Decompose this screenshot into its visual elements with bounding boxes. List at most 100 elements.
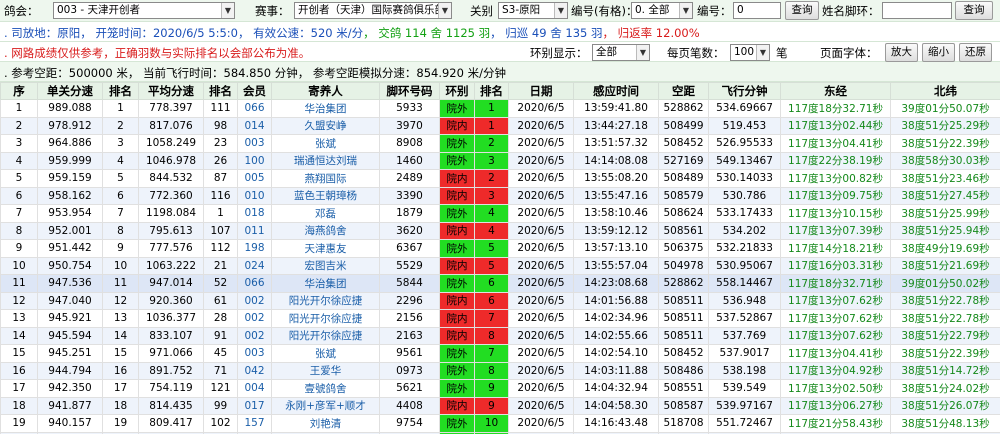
table-cell: 39度01分50.07秒: [890, 99, 1000, 118]
table-row: 14 945.594 14 833.107 91 002 阳光开尔徐应捷 2163 院内 8 202…: [0, 326, 1000, 345]
table-cell: 38度51分25.94秒: [890, 221, 1000, 240]
table-cell: 14:01:56.88: [573, 291, 659, 310]
name-input[interactable]: [882, 2, 952, 19]
table-cell: 2020/6/5: [508, 151, 574, 170]
table-cell: 院内: [439, 221, 475, 240]
table-cell: 978.912: [37, 116, 103, 135]
table-cell: 506375: [658, 239, 709, 258]
table-cell: 117度13分00.82秒: [780, 169, 891, 188]
table-row: 17 942.350 17 754.119 121 004 壹號鸽舍 5621 院外 9 2020/…: [0, 379, 1000, 398]
table-cell: 13: [0, 309, 38, 328]
table-cell: 14:02:55.66: [573, 326, 659, 345]
table-cell: 张斌: [271, 134, 380, 153]
table-row: 3 964.886 3 1058.249 23 003 张斌 8908 院外 2 2020/6/5 1…: [0, 134, 1000, 153]
table-cell: 010: [237, 186, 272, 205]
table-cell: 14:03:11.88: [573, 361, 659, 380]
table-cell: 16: [0, 361, 38, 380]
table-cell: 3390: [379, 186, 440, 205]
ring-number-input[interactable]: 0: [733, 2, 781, 19]
table-cell: 508561: [658, 221, 709, 240]
table-cell: 534.69667: [708, 99, 781, 118]
table-cell: 1: [102, 99, 139, 118]
query-button[interactable]: 查询: [785, 1, 819, 20]
table-cell: 蓝色王朝璋杨: [271, 186, 380, 205]
table-cell: 953.954: [37, 204, 103, 223]
reference-bar: . 参考空距：500000 米， 当前飞行时间：584.850 分钟， 参考空距…: [0, 62, 1000, 82]
table-cell: 2020/6/5: [508, 169, 574, 188]
table-cell: 549.13467: [708, 151, 781, 170]
table-row: 8 952.001 8 795.613 107 011 海燕鸽舍 3620 院内 4 2020/6/…: [0, 221, 1000, 240]
table-cell: 121: [203, 379, 238, 398]
table-cell: 3: [474, 186, 509, 205]
column-header: 日期: [508, 82, 574, 100]
table-row: 4 959.999 4 1046.978 26 100 瑞通恒达刘瑞 1460 院外 3 2020/…: [0, 151, 1000, 170]
table-cell: 5: [474, 239, 509, 258]
table-cell: 2020/6/5: [508, 344, 574, 363]
table-cell: 2020/6/5: [508, 379, 574, 398]
reset-font-button[interactable]: 还原: [959, 43, 992, 62]
table-cell: 98: [203, 116, 238, 135]
table-cell: 018: [237, 204, 272, 223]
table-cell: 2: [474, 134, 509, 153]
chevron-down-icon: ▼: [756, 45, 769, 60]
table-cell: 537.769: [708, 326, 781, 345]
table-cell: 阳光开尔徐应捷: [271, 326, 380, 345]
table-cell: 952.001: [37, 221, 103, 240]
table-cell: 011: [237, 221, 272, 240]
table-cell: 9: [474, 379, 509, 398]
table-cell: 10: [0, 256, 38, 275]
page-size-select[interactable]: 100 ▼: [730, 44, 770, 61]
table-cell: 844.532: [138, 169, 204, 188]
table-cell: 14: [0, 326, 38, 345]
table-cell: 5844: [379, 274, 440, 293]
table-cell: 964.886: [37, 134, 103, 153]
view-select[interactable]: 全部 ▼: [592, 44, 650, 61]
race-select[interactable]: 开创者（天津）国际赛鸽俱乐部 ▼: [294, 2, 452, 19]
table-cell: 邓磊: [271, 204, 380, 223]
table-cell: 26: [203, 151, 238, 170]
column-header: 会员: [237, 82, 272, 100]
table-cell: 508587: [658, 396, 709, 415]
table-cell: 院内: [439, 309, 475, 328]
zoom-in-button[interactable]: 放大: [885, 43, 918, 62]
table-cell: 971.066: [138, 344, 204, 363]
table-cell: 945.594: [37, 326, 103, 345]
page-size-unit: 笔: [776, 46, 788, 60]
table-header-row: 序单关分速 排名 平均分速 排名 会员 寄养人 脚环号码 环别 排名 日期 感应时间 空距 飞行分钟 东经…: [0, 82, 1000, 100]
effective-speed: 520 米/分: [310, 26, 364, 40]
table-cell: 91: [203, 326, 238, 345]
table-cell: 945.921: [37, 309, 103, 328]
table-row: 5 959.159 5 844.532 87 005 燕翔国际 2489 院内 2 2020/6/5…: [0, 169, 1000, 188]
table-cell: 002: [237, 291, 272, 310]
table-cell: 13: [102, 309, 139, 328]
level-select[interactable]: S3-原阳 ▼: [498, 2, 568, 19]
table-cell: 21: [203, 256, 238, 275]
table-cell: 7: [102, 204, 139, 223]
table-cell: 945.251: [37, 344, 103, 363]
table-cell: 004: [237, 379, 272, 398]
table-cell: 2020/6/5: [508, 291, 574, 310]
query-button-2[interactable]: 查询: [955, 1, 993, 20]
ring-select[interactable]: 0. 全部 ▼: [631, 2, 693, 19]
table-cell: 18: [102, 396, 139, 415]
table-cell: 107: [203, 221, 238, 240]
column-header: 平均分速: [138, 82, 204, 100]
table-cell: 528862: [658, 99, 709, 118]
club-label: 鸽会：: [4, 4, 39, 18]
ring-select-value: 0. 全部: [635, 4, 670, 16]
table-cell: 2020/6/5: [508, 116, 574, 135]
table-cell: 508486: [658, 361, 709, 380]
zoom-out-button[interactable]: 缩小: [922, 43, 955, 62]
column-header: 排名: [474, 82, 509, 100]
club-select[interactable]: 003 - 天津开创者 ▼: [53, 2, 235, 19]
table-cell: 9754: [379, 414, 440, 433]
table-cell: 院外: [439, 414, 475, 433]
table-row: 13 945.921 13 1036.377 28 002 阳光开尔徐应捷 2156 院内 7 20…: [0, 309, 1000, 328]
table-cell: 天津惠友: [271, 239, 380, 258]
table-cell: 2020/6/5: [508, 134, 574, 153]
table-cell: 508511: [658, 291, 709, 310]
ring-number-label: 编号：: [697, 4, 732, 18]
table-cell: 2020/6/5: [508, 186, 574, 205]
level-select-value: S3-原阳: [502, 4, 541, 16]
table-row: 9 951.442 9 777.576 112 198 天津惠友 6367 院外 5 2020/6/…: [0, 239, 1000, 258]
